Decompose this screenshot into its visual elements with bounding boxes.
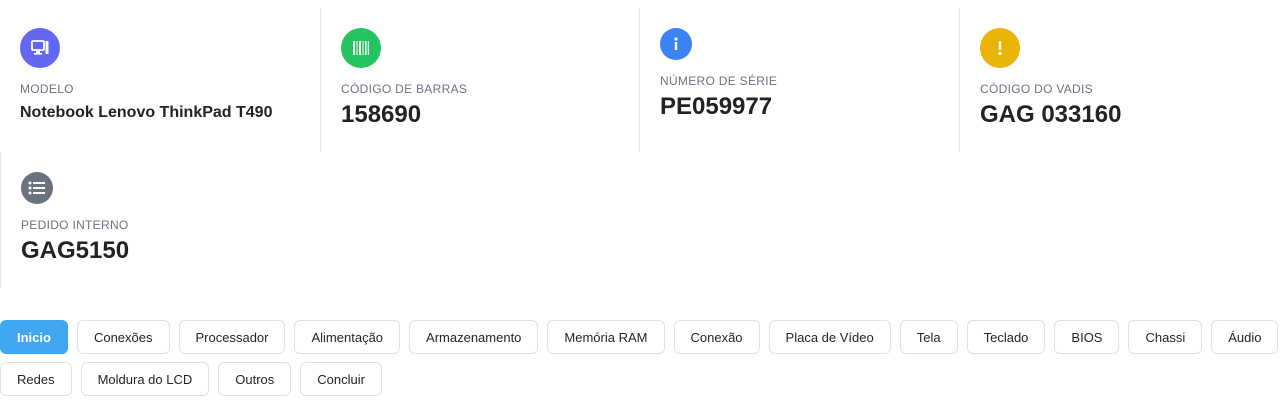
exclamation-icon — [980, 28, 1020, 68]
pedido-interno-label: PEDIDO INTERNO — [21, 218, 129, 232]
codigo-vadis-label: CÓDIGO DO VADIS — [980, 82, 1093, 96]
codigo-vadis-value: GAG 033160 — [980, 101, 1122, 128]
info-cards: MODELO Notebook Lenovo ThinkPad T490 CÓD… — [0, 8, 1286, 288]
modelo-label: MODELO — [20, 82, 74, 96]
info-icon — [660, 28, 692, 60]
numero-serie-value: PE059977 — [660, 93, 773, 120]
modelo-value: Notebook Lenovo ThinkPad T490 — [20, 104, 273, 121]
card-modelo: MODELO Notebook Lenovo ThinkPad T490 — [0, 8, 320, 152]
tab-inicio[interactable]: Inicio — [0, 320, 68, 354]
tab-placa-de-video[interactable]: Placa de Vídeo — [768, 320, 891, 354]
barcode-icon — [341, 28, 381, 68]
tab-tela[interactable]: Tela — [899, 320, 958, 354]
tab-row-1: Inicio Conexões Processador Alimentação … — [0, 320, 1279, 354]
codigo-barras-value: 158690 — [341, 101, 422, 128]
tab-alimentacao[interactable]: Alimentação — [294, 320, 401, 354]
computer-icon — [20, 28, 60, 68]
card-pedido-interno: PEDIDO INTERNO GAG5150 — [0, 152, 320, 288]
tab-audio[interactable]: Áudio — [1211, 320, 1279, 354]
tab-conexao[interactable]: Conexão — [673, 320, 760, 354]
tab-moldura-do-lcd[interactable]: Moldura do LCD — [80, 362, 210, 396]
numero-serie-label: NÚMERO DE SÉRIE — [660, 74, 778, 88]
pedido-interno-value: GAG5150 — [21, 237, 130, 264]
tab-armazenamento[interactable]: Armazenamento — [409, 320, 539, 354]
card-codigo-vadis: CÓDIGO DO VADIS GAG 033160 — [959, 8, 1286, 152]
tab-row-2: Redes Moldura do LCD Outros Concluir — [0, 362, 382, 396]
tab-conexoes[interactable]: Conexões — [76, 320, 170, 354]
card-numero-serie: NÚMERO DE SÉRIE PE059977 — [639, 8, 959, 152]
tab-outros[interactable]: Outros — [218, 362, 292, 396]
tab-redes[interactable]: Redes — [0, 362, 72, 396]
tab-concluir[interactable]: Concluir — [300, 362, 382, 396]
tab-chassi[interactable]: Chassi — [1128, 320, 1203, 354]
tab-memoria-ram[interactable]: Memória RAM — [547, 320, 665, 354]
card-codigo-barras: CÓDIGO DE BARRAS 158690 — [320, 8, 640, 152]
tab-bios[interactable]: BIOS — [1054, 320, 1120, 354]
tab-teclado[interactable]: Teclado — [966, 320, 1046, 354]
tab-processador[interactable]: Processador — [178, 320, 286, 354]
list-icon — [21, 172, 53, 204]
codigo-barras-label: CÓDIGO DE BARRAS — [341, 82, 468, 96]
